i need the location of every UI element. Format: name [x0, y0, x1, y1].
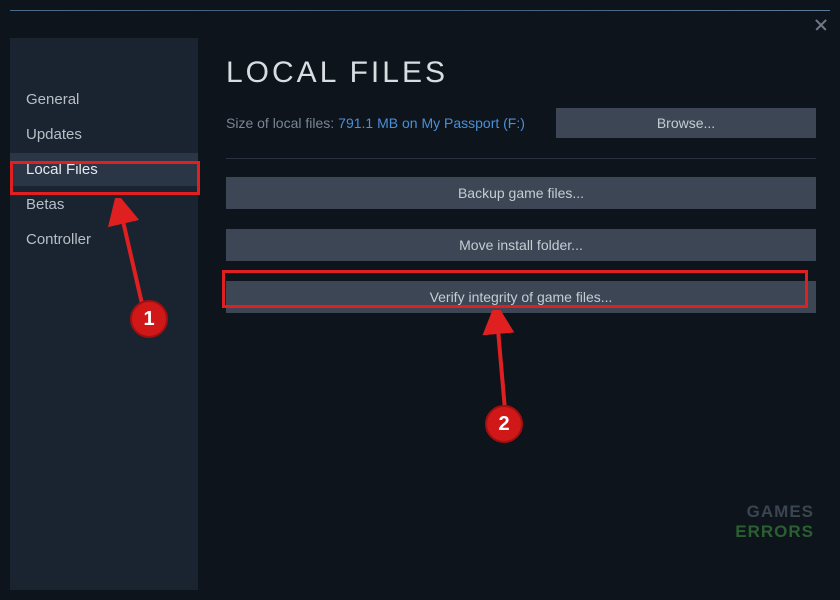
main-container: General Updates Local Files Betas Contro… [10, 38, 830, 590]
move-install-folder-button[interactable]: Move install folder... [226, 229, 816, 261]
verify-integrity-button[interactable]: Verify integrity of game files... [226, 281, 816, 313]
size-value: 791.1 MB on My Passport (F:) [338, 115, 525, 131]
sidebar-item-betas[interactable]: Betas [10, 188, 198, 221]
watermark-line1: GAMES [735, 502, 814, 522]
size-label: Size of local files: [226, 115, 334, 131]
sidebar-item-general[interactable]: General [10, 83, 198, 116]
sidebar-item-controller[interactable]: Controller [10, 223, 198, 256]
sidebar-item-updates[interactable]: Updates [10, 118, 198, 151]
close-icon[interactable] [814, 18, 828, 32]
window-top-border [10, 10, 830, 11]
backup-game-files-button[interactable]: Backup game files... [226, 177, 816, 209]
sidebar: General Updates Local Files Betas Contro… [10, 38, 198, 590]
divider [226, 158, 816, 159]
watermark-line2: ERRORS [735, 522, 814, 542]
sidebar-item-local-files[interactable]: Local Files [10, 153, 198, 186]
browse-button[interactable]: Browse... [556, 108, 816, 138]
size-row: Size of local files: 791.1 MB on My Pass… [226, 108, 816, 138]
page-title: LOCAL FILES [226, 56, 816, 90]
watermark: GAMES ERRORS [735, 502, 814, 542]
